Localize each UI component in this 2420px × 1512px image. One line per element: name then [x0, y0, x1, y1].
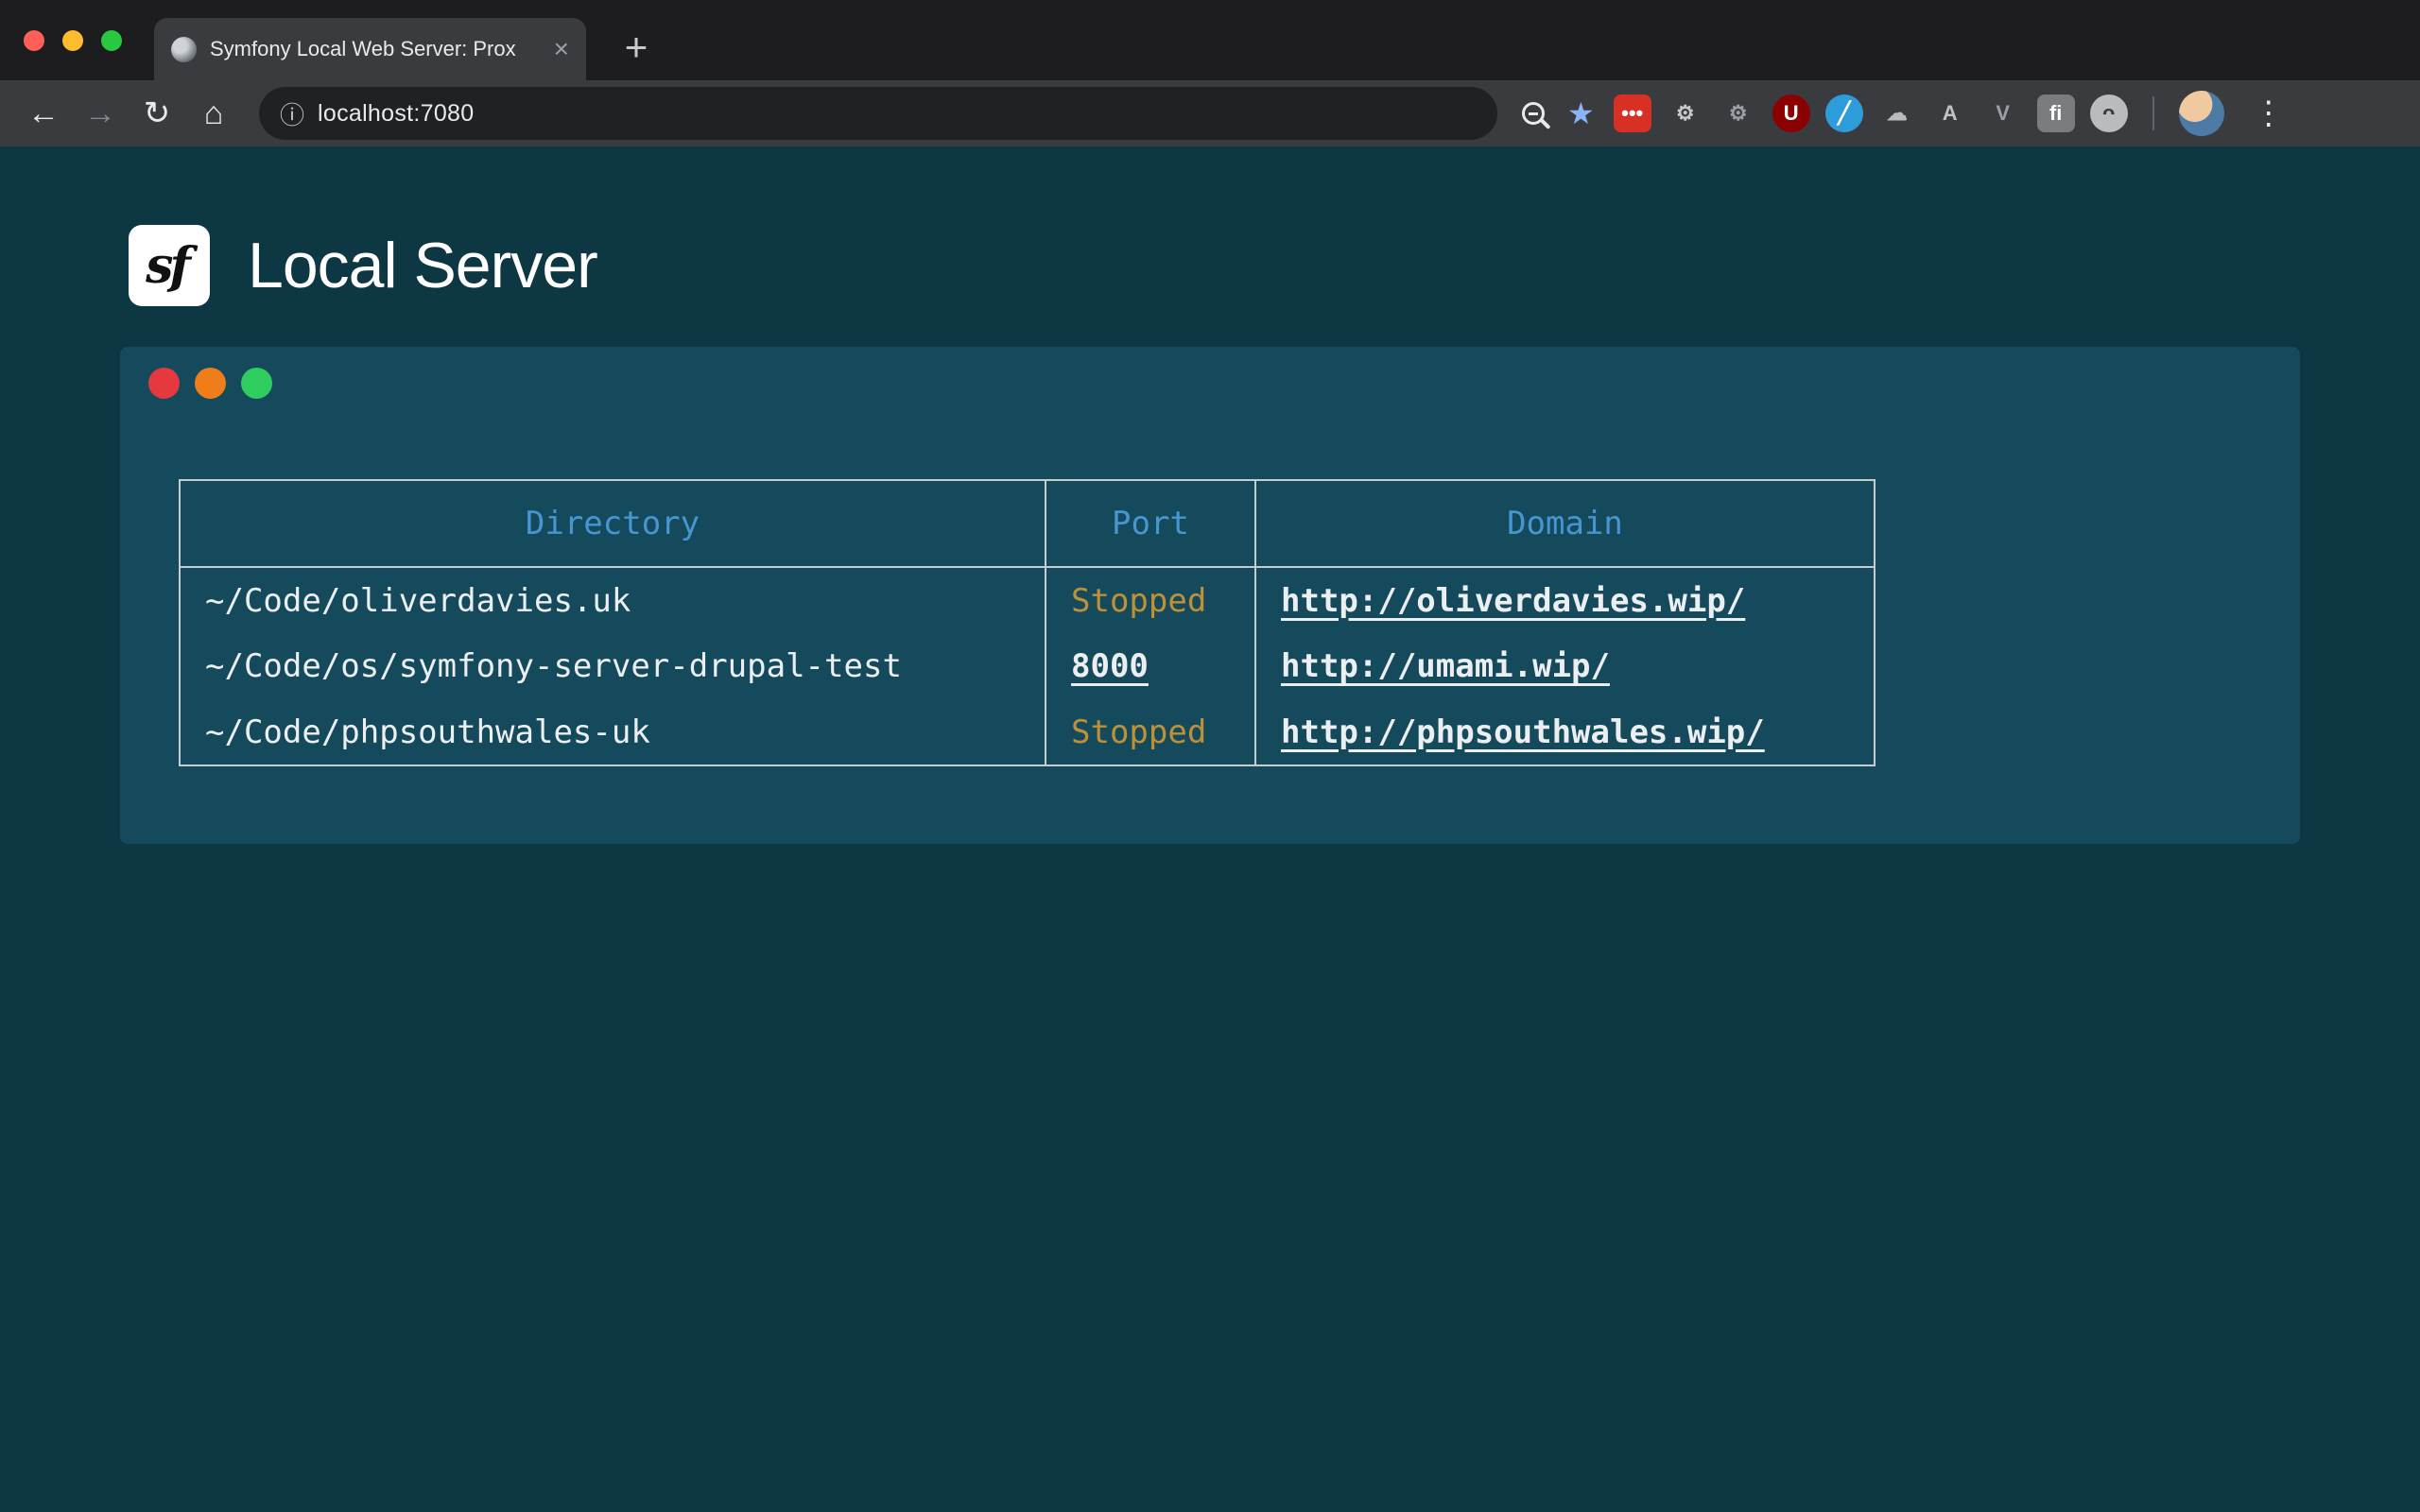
- extension-icon-blue-disc[interactable]: ╱: [1825, 94, 1863, 132]
- tab-favicon-icon: [171, 37, 197, 62]
- column-header-directory: Directory: [180, 480, 1046, 567]
- domain-link[interactable]: http://umami.wip/: [1281, 647, 1610, 685]
- page-content: sf Local Server Directory Port Domain ~/…: [0, 146, 2420, 1512]
- port-status-cell: Stopped: [1046, 567, 1255, 633]
- window-controls: [24, 30, 122, 51]
- directory-cell: ~/Code/os/symfony-server-drupal-test: [180, 633, 1046, 699]
- site-info-icon[interactable]: ⓘ: [280, 96, 304, 131]
- home-button[interactable]: ⌂: [189, 89, 238, 138]
- domain-link[interactable]: http://oliverdavies.wip/: [1281, 582, 1745, 620]
- column-header-port: Port: [1046, 480, 1255, 567]
- card-green-dot-icon: [241, 368, 272, 399]
- tab-strip: Symfony Local Web Server: Prox × +: [0, 0, 2420, 80]
- extension-icon-letter-v[interactable]: V: [1984, 94, 2022, 132]
- browser-chrome: Symfony Local Web Server: Prox × + ← → ↻…: [0, 0, 2420, 146]
- server-card: Directory Port Domain ~/Code/oliverdavie…: [120, 347, 2300, 844]
- card-red-dot-icon: [148, 368, 180, 399]
- port-status-cell: Stopped: [1046, 699, 1255, 765]
- extension-icon-gear-light[interactable]: ⚙: [1667, 94, 1704, 132]
- browser-menu-icon[interactable]: ⋮: [2243, 94, 2294, 132]
- reload-button[interactable]: ↻: [132, 89, 182, 138]
- table-row: ~/Code/os/symfony-server-drupal-test 800…: [180, 633, 1875, 699]
- window-close-button[interactable]: [24, 30, 44, 51]
- new-tab-button[interactable]: +: [614, 26, 658, 69]
- brand-header: sf Local Server: [129, 225, 597, 306]
- card-orange-dot-icon: [195, 368, 226, 399]
- forward-button[interactable]: →: [76, 89, 125, 138]
- servers-table: Directory Port Domain ~/Code/oliverdavie…: [179, 479, 1876, 766]
- column-header-domain: Domain: [1255, 480, 1875, 567]
- address-bar[interactable]: ⓘ localhost:7080: [259, 87, 1497, 140]
- table-row: ~/Code/phpsouthwales-uk Stopped http://p…: [180, 699, 1875, 765]
- card-traffic-dots: [148, 368, 272, 399]
- back-button[interactable]: ←: [19, 89, 68, 138]
- url-text[interactable]: localhost:7080: [318, 100, 474, 128]
- table-header-row: Directory Port Domain: [180, 480, 1875, 567]
- toolbar-separator: [2152, 96, 2154, 130]
- extensions-row: ••• ⚙ ⚙ U ╱ ☁ AVfiᴖ: [1614, 94, 2128, 132]
- directory-cell: ~/Code/oliverdavies.uk: [180, 567, 1046, 633]
- tab-title: Symfony Local Web Server: Prox: [210, 37, 541, 61]
- extension-icon-ublock[interactable]: U: [1772, 94, 1810, 132]
- tab-close-icon[interactable]: ×: [554, 36, 569, 62]
- bookmark-star-icon[interactable]: ★: [1567, 95, 1595, 131]
- browser-tab[interactable]: Symfony Local Web Server: Prox ×: [154, 18, 586, 80]
- zoom-icon[interactable]: [1522, 102, 1545, 125]
- table-row: ~/Code/oliverdavies.uk Stopped http://ol…: [180, 567, 1875, 633]
- domain-link[interactable]: http://phpsouthwales.wip/: [1281, 713, 1765, 751]
- directory-cell: ~/Code/phpsouthwales-uk: [180, 699, 1046, 765]
- extension-icon-gray-tile[interactable]: fi: [2037, 94, 2075, 132]
- browser-toolbar: ← → ↻ ⌂ ⓘ localhost:7080 ★ ••• ⚙ ⚙ U ╱ ☁ AVfiᴖ…: [0, 80, 2420, 146]
- window-minimize-button[interactable]: [62, 30, 83, 51]
- extension-icon-red-dots[interactable]: •••: [1614, 94, 1651, 132]
- toolbar-right-icons: ★ ••• ⚙ ⚙ U ╱ ☁ AVfiᴖ ⋮: [1522, 91, 2294, 136]
- extension-icon-gear-dark[interactable]: ⚙: [1720, 94, 1757, 132]
- profile-avatar[interactable]: [2179, 91, 2224, 136]
- port-link[interactable]: 8000: [1071, 647, 1149, 685]
- extension-icon-letter-a[interactable]: A: [1931, 94, 1969, 132]
- window-zoom-button[interactable]: [101, 30, 122, 51]
- extension-icon-github-octocat[interactable]: ᴖ: [2090, 94, 2128, 132]
- extension-icon-cloud[interactable]: ☁: [1878, 94, 1916, 132]
- symfony-logo: sf: [129, 225, 210, 306]
- page-title: Local Server: [248, 229, 597, 302]
